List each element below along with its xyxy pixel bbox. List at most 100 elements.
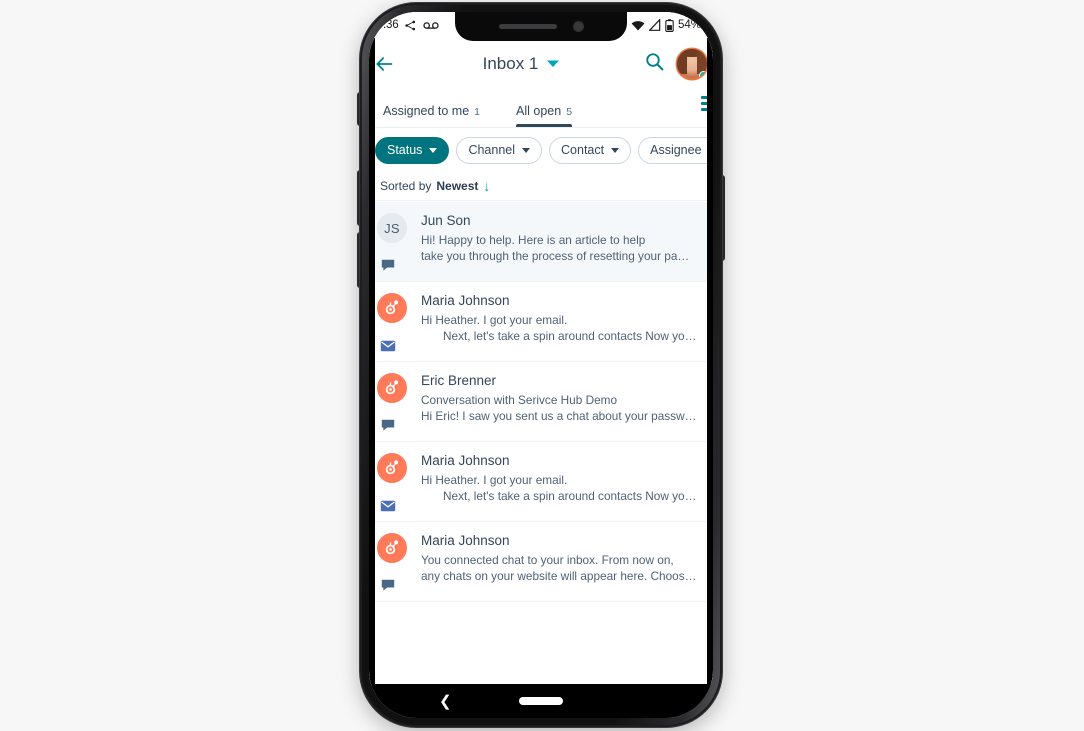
conversation-body: Maria Johnson Hi Heather. I got your ema…	[421, 293, 705, 350]
conversation-avatar-column	[377, 373, 421, 431]
conversation-avatar-column	[377, 293, 421, 352]
filter-chip-status[interactable]: Status	[375, 136, 450, 164]
sort-control[interactable]: Sorted by Newest ↓	[369, 171, 713, 201]
conversation-preview-line-1: Hi Heather. I got your email.	[421, 473, 568, 487]
conversation-preview-line-1: Hi Heather. I got your email.	[421, 313, 568, 327]
back-arrow-icon	[376, 57, 393, 71]
phone-notch	[455, 12, 627, 41]
search-button[interactable]	[644, 51, 665, 77]
device-screen: :36 54% Inbox 1 Assigned to me 1 All ope…	[369, 12, 713, 718]
filter-chip-channel[interactable]: Channel	[456, 136, 543, 164]
hubspot-sprocket-icon	[385, 380, 399, 395]
filter-chip-contact-label: Contact	[561, 143, 605, 157]
conversation-avatar-column	[377, 533, 421, 591]
filter-chip-assignee[interactable]: Assignee	[638, 136, 713, 164]
filter-chip-channel-label: Channel	[468, 143, 516, 157]
header-actions	[644, 49, 713, 79]
tab-all-open[interactable]: All open 5	[516, 104, 573, 127]
conversation-body: Maria Johnson Hi Heather. I got your ema…	[421, 453, 705, 510]
phone-screen-area: :36 54% Inbox 1 Assigned to me 1 All ope…	[369, 12, 713, 718]
chevron-down-icon	[611, 147, 620, 153]
conversation-preview-line-1: Hi! Happy to help. Here is an article to…	[421, 233, 646, 247]
bluetooth-share-icon	[405, 20, 416, 30]
status-bar-right: 54%	[631, 18, 713, 32]
conversation-list-item[interactable]: Maria Johnson Hi Heather. I got your ema…	[369, 282, 713, 362]
active-tab-indicator	[516, 124, 573, 127]
arrow-down-icon: ↓	[483, 177, 491, 194]
filter-chip-status-label: Status	[387, 143, 423, 157]
conversation-sender-name: Maria Johnson	[421, 293, 510, 308]
tab-assigned-to-me-label: Assigned to me	[383, 104, 470, 118]
avatar-hubspot	[377, 453, 407, 483]
conversation-preview-line-2: Next, let's take a spin around contacts …	[443, 489, 697, 504]
conversation-sender-name: Maria Johnson	[421, 453, 510, 468]
earpiece-speaker	[498, 23, 557, 29]
avatar-hubspot	[377, 293, 407, 323]
hubspot-sprocket-icon	[385, 300, 399, 315]
chevron-down-icon	[522, 147, 531, 153]
conversation-preview-line-2: any chats on your website will appear he…	[421, 569, 697, 584]
nav-back-icon[interactable]: ❮	[439, 694, 452, 709]
conversation-body: Eric Brenner Conversation with Serivce H…	[421, 373, 705, 430]
front-camera	[572, 20, 584, 32]
chevron-down-icon	[547, 60, 560, 67]
conversation-list[interactable]: JS Jun Son Hi! Happy to help. Here is an…	[369, 202, 713, 684]
hubspot-sprocket-icon	[385, 540, 399, 555]
conversation-preview-line-2: take you through the process of resettin…	[421, 249, 690, 264]
battery-percent: 54%	[677, 19, 701, 31]
android-navigation-bar: ❮	[369, 684, 713, 718]
conversation-preview-line-1: Conversation with Serivce Hub Demo	[421, 393, 618, 407]
conversation-body: Maria Johnson You connected chat to your…	[421, 533, 705, 590]
conversation-list-item[interactable]: JS Jun Son Hi! Happy to help. Here is an…	[369, 202, 713, 282]
email-icon	[380, 340, 396, 352]
conversation-sender-name: Eric Brenner	[421, 373, 497, 388]
online-status-dot	[699, 71, 707, 79]
conversation-avatar-column: JS	[377, 213, 421, 271]
screen-right-edge-mask	[707, 38, 713, 684]
list-empty-tail	[369, 602, 713, 684]
conversation-avatar-column	[377, 453, 421, 512]
inbox-selector[interactable]: Inbox 1	[399, 54, 644, 74]
filter-chip-assignee-label: Assignee	[650, 143, 702, 157]
battery-icon	[665, 18, 674, 32]
phone-frame: :36 54% Inbox 1 Assigned to me 1 All ope…	[360, 3, 722, 727]
conversation-body: Jun Son Hi! Happy to help. Here is an ar…	[421, 213, 705, 270]
tab-all-open-label: All open	[516, 104, 562, 118]
conversation-preview-line-1: You connected chat to your inbox. From n…	[421, 553, 674, 567]
chat-icon	[381, 259, 395, 271]
conversation-preview-line-2: Next, let's take a spin around contacts …	[443, 329, 697, 344]
page-title: Inbox 1	[482, 54, 539, 73]
conversation-sender-name: Jun Son	[421, 213, 471, 228]
status-time: :36	[383, 19, 399, 31]
app-header: Inbox 1	[369, 38, 713, 90]
app-viewport: :36 54% Inbox 1 Assigned to me 1 All ope…	[369, 12, 713, 684]
tab-all-open-count: 5	[566, 106, 573, 118]
tab-bar: Assigned to me 1 All open 5	[369, 90, 713, 128]
screenshot-stage: :36 54% Inbox 1 Assigned to me 1 All ope…	[0, 0, 1084, 731]
avatar-initials-text: JS	[384, 220, 400, 236]
email-icon	[380, 500, 396, 512]
sort-prefix-label: Sorted by	[380, 178, 432, 193]
filter-chip-contact[interactable]: Contact	[549, 136, 632, 164]
voicemail-icon	[423, 21, 440, 29]
conversation-list-item[interactable]: Maria Johnson You connected chat to your…	[369, 522, 713, 602]
wifi-icon	[631, 20, 645, 30]
tab-assigned-to-me[interactable]: Assigned to me 1	[383, 104, 480, 127]
home-pill[interactable]	[519, 697, 563, 705]
tab-assigned-to-me-count: 1	[474, 106, 481, 118]
hubspot-sprocket-icon	[385, 460, 399, 475]
sort-value-label: Newest	[436, 178, 479, 193]
avatar-hair-left	[677, 49, 687, 74]
filter-chip-bar: Status Channel Contact Assignee	[369, 129, 713, 171]
conversation-list-item[interactable]: Eric Brenner Conversation with Serivce H…	[369, 362, 713, 442]
avatar-hubspot	[377, 533, 407, 563]
conversation-sender-name: Maria Johnson	[421, 533, 510, 548]
chat-icon	[381, 579, 395, 591]
chevron-down-icon	[429, 147, 438, 153]
conversation-list-item[interactable]: Maria Johnson Hi Heather. I got your ema…	[369, 442, 713, 522]
avatar[interactable]	[677, 49, 707, 79]
search-icon	[646, 53, 664, 71]
avatar-hubspot	[377, 373, 407, 403]
screen-left-edge-mask	[369, 38, 375, 684]
signal-icon	[648, 19, 661, 31]
